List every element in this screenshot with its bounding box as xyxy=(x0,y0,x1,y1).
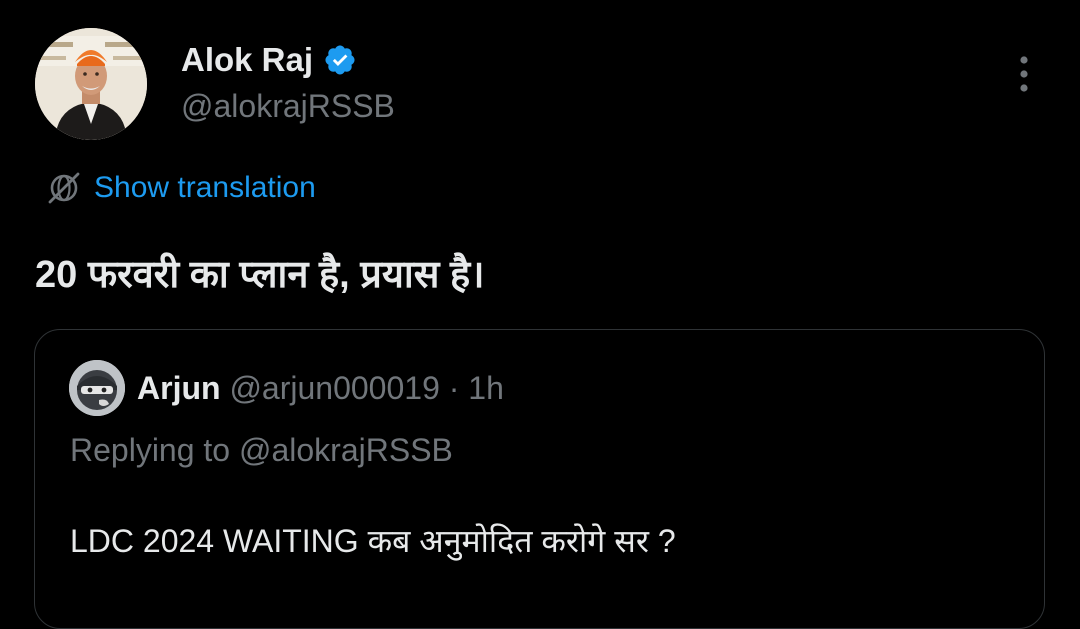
more-vertical-icon xyxy=(1020,56,1028,92)
avatar-photo xyxy=(35,28,147,140)
author-name-row[interactable]: Alok Raj xyxy=(181,40,357,80)
author-handle[interactable]: @alokrajRSSB xyxy=(181,86,395,126)
show-translation-link[interactable]: Show translation xyxy=(46,168,316,208)
replying-to-label: Replying to @alokrajRSSB xyxy=(70,432,453,468)
quoted-tweet-time[interactable]: 1h xyxy=(468,370,504,406)
more-options-button[interactable] xyxy=(1004,50,1044,98)
globe-slash-icon xyxy=(48,172,80,204)
quoted-tweet-text: LDC 2024 WAITING कब अनुमोदित करोगे सर ? xyxy=(70,523,676,559)
quoted-author-handle[interactable]: @arjun000019 xyxy=(229,370,439,406)
quoted-tweet-header: Arjun @arjun000019 · 1h xyxy=(137,366,504,410)
author-name[interactable]: Alok Raj xyxy=(181,40,313,80)
dot-separator: · xyxy=(439,370,469,406)
avatar-masked-character-image xyxy=(69,360,125,416)
author-avatar[interactable] xyxy=(35,28,147,140)
quoted-author-name[interactable]: Arjun xyxy=(137,370,221,406)
verified-badge-icon xyxy=(325,45,355,75)
show-translation-label[interactable]: Show translation xyxy=(94,168,316,208)
tweet-text: 20 फरवरी का प्लान है, प्रयास है। xyxy=(35,254,485,296)
quoted-author-avatar[interactable] xyxy=(69,360,125,416)
